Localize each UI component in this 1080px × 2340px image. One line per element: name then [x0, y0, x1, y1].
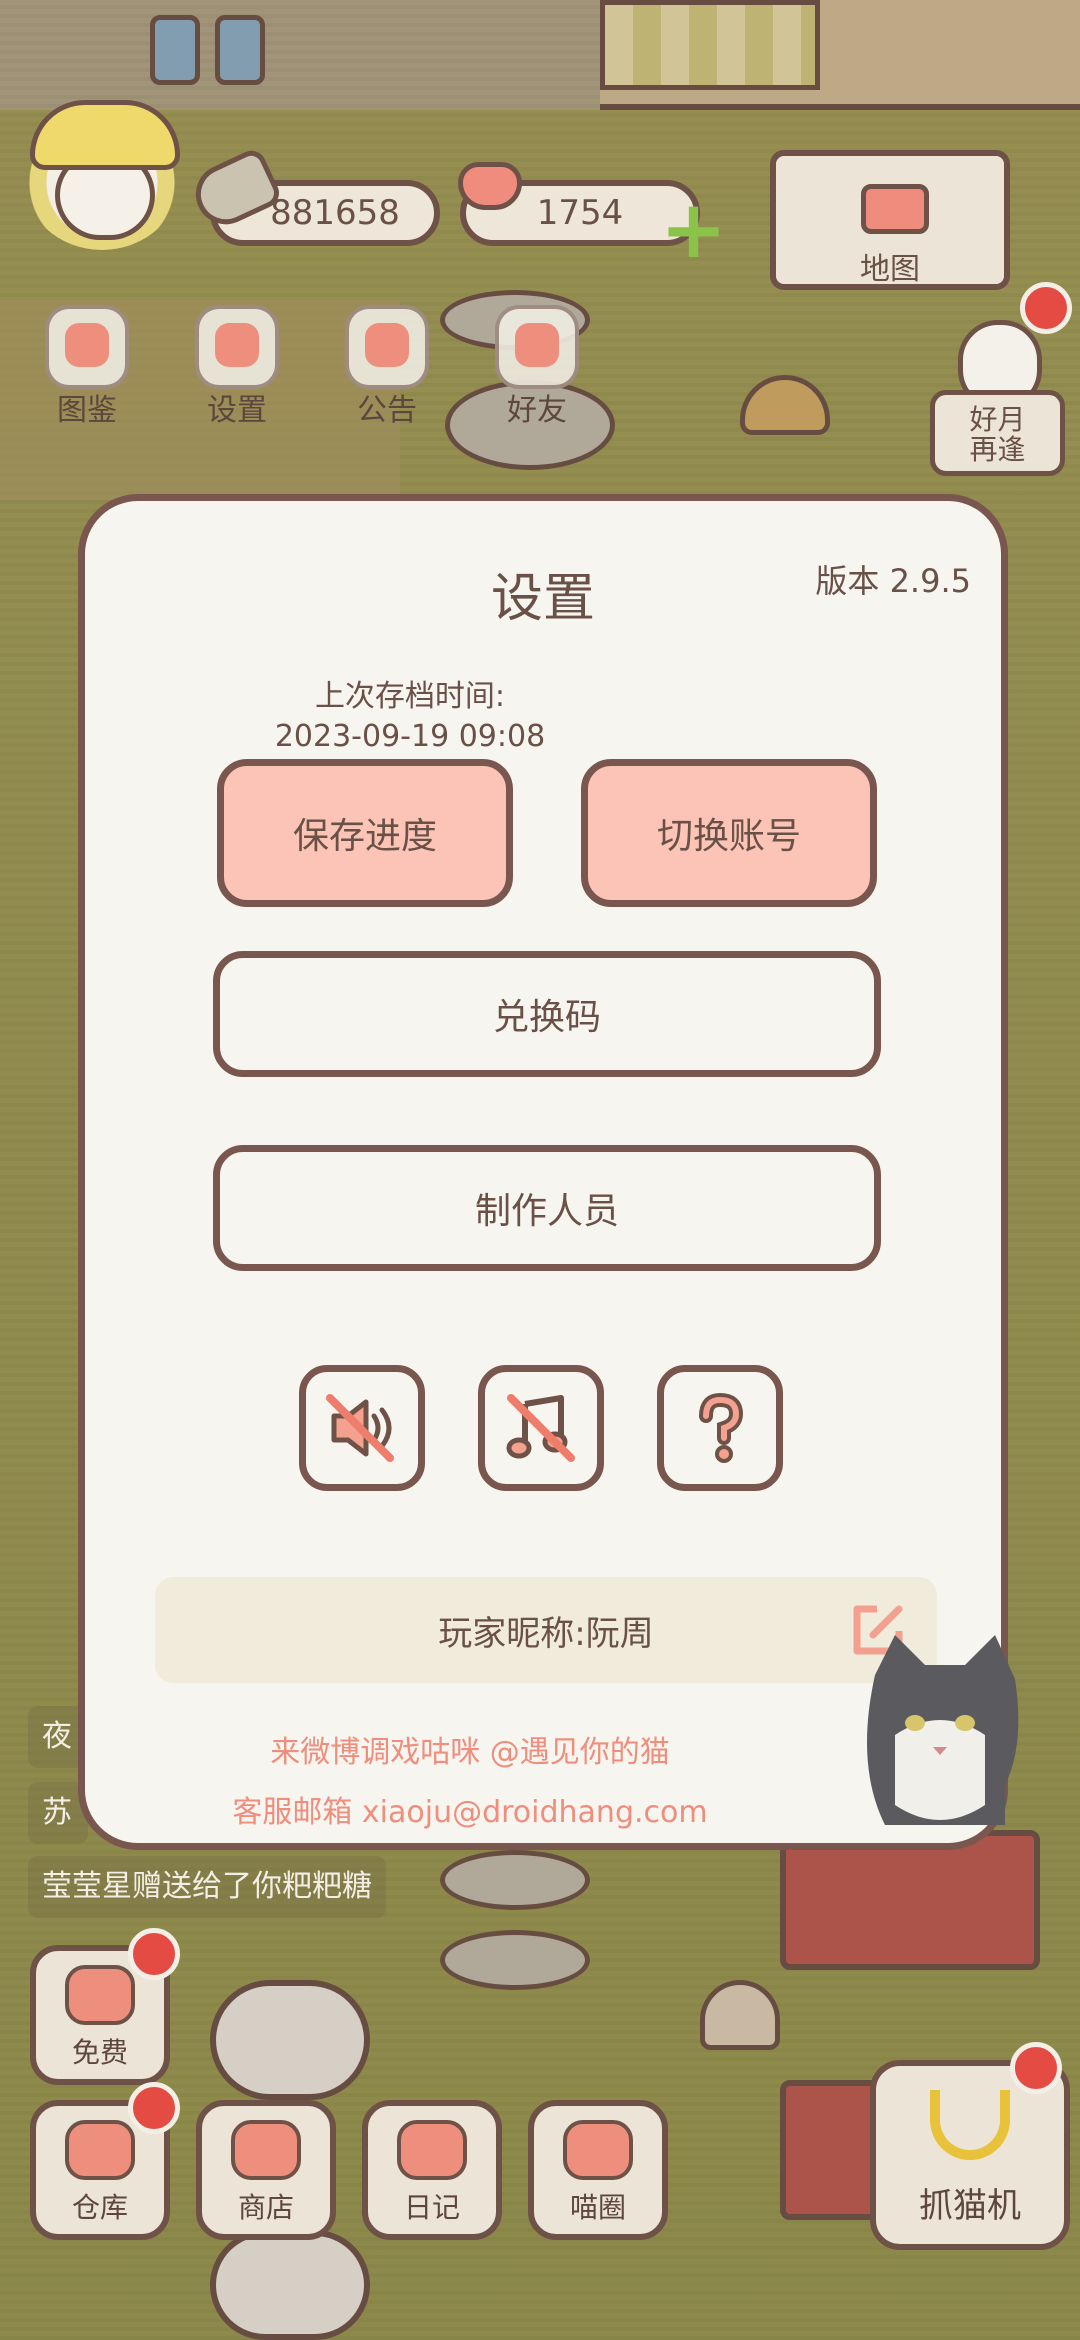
notification-badge	[128, 2082, 180, 2134]
claw-icon	[930, 2090, 1010, 2160]
menu-item-settings[interactable]: 设置	[172, 295, 302, 428]
last-save-label: 上次存档时间:	[314, 679, 506, 714]
map-button[interactable]: 地图	[770, 150, 1010, 290]
add-hearts-button[interactable]: +	[660, 190, 727, 270]
menu-item-announcements[interactable]: 公告	[322, 295, 452, 428]
map-label: 地图	[860, 252, 920, 287]
menu-item-catalog[interactable]: 图鉴	[22, 295, 152, 428]
warehouse-label: 仓库	[71, 2191, 128, 2224]
shop-label: 商店	[237, 2191, 294, 2224]
weibo-link[interactable]: 来微博调戏咕咪 @遇见你的猫	[85, 1727, 855, 1771]
gift-icon	[345, 305, 429, 389]
sound-toggle-button[interactable]	[299, 1365, 425, 1491]
notification-badge	[1020, 282, 1072, 334]
map-icon	[861, 184, 929, 234]
sound-muted-icon	[326, 1394, 394, 1462]
chat-message: 莹莹星赠送给了你粑粑糖	[28, 1856, 386, 1918]
event-label-line2: 再逢	[969, 433, 1026, 466]
heart-currency-value: 1754	[536, 193, 624, 233]
cat-circle-label: 喵圈	[569, 2191, 626, 2224]
nickname-bar: 玩家昵称:阮周	[155, 1577, 937, 1683]
heart-icon	[65, 1965, 135, 2025]
menu-item-label: 设置	[207, 393, 267, 428]
diary-icon	[397, 2120, 467, 2180]
help-icon	[699, 1392, 744, 1463]
avatar-hat	[30, 100, 180, 170]
nickname-label: 玩家昵称:阮周	[438, 1613, 654, 1654]
friends-icon	[495, 305, 579, 389]
cat-planet-icon	[563, 2120, 633, 2180]
cat-photo	[855, 1635, 1025, 1825]
last-save-info: 上次存档时间: 2023-09-19 09:08	[245, 677, 575, 757]
notification-badge	[1010, 2042, 1062, 2094]
event-tag: 好月 再逢	[930, 390, 1065, 476]
music-muted-icon	[506, 1394, 575, 1462]
diary-label: 日记	[403, 2191, 460, 2224]
diary-button[interactable]: 日记	[362, 2100, 502, 2240]
gear-icon	[195, 305, 279, 389]
shop-button[interactable]: 商店	[196, 2100, 336, 2240]
menu-item-label: 图鉴	[57, 393, 117, 428]
save-progress-button[interactable]: 保存进度	[217, 759, 513, 907]
heart-icon	[458, 162, 522, 210]
version-label: 版本 2.9.5	[815, 562, 971, 600]
switch-account-button[interactable]: 切换账号	[581, 759, 877, 907]
settings-dialog: 设置 版本 2.9.5 上次存档时间: 2023-09-19 09:08 保存进…	[78, 494, 1019, 1850]
menu-item-label: 公告	[357, 393, 417, 428]
menu-item-friends[interactable]: 好友	[472, 295, 602, 428]
help-button[interactable]	[657, 1365, 783, 1491]
last-save-time: 2023-09-19 09:08	[274, 719, 546, 754]
notification-badge	[128, 1928, 180, 1980]
music-toggle-button[interactable]	[478, 1365, 604, 1491]
support-email[interactable]: 客服邮箱 xiaoju@droidhang.com	[85, 1787, 855, 1831]
claw-machine-label: 抓猫机	[919, 2186, 1021, 2226]
redeem-code-button[interactable]: 兑换码	[213, 951, 881, 1077]
warehouse-icon	[65, 2120, 135, 2180]
cat-circle-button[interactable]: 喵圈	[528, 2100, 668, 2240]
credits-button[interactable]: 制作人员	[213, 1145, 881, 1271]
menu-item-label: 好友	[507, 393, 567, 428]
cat-book-icon	[45, 305, 129, 389]
free-gift-label: 免费	[71, 2036, 128, 2069]
shop-icon	[231, 2120, 301, 2180]
event-label-line1: 好月	[969, 403, 1026, 436]
